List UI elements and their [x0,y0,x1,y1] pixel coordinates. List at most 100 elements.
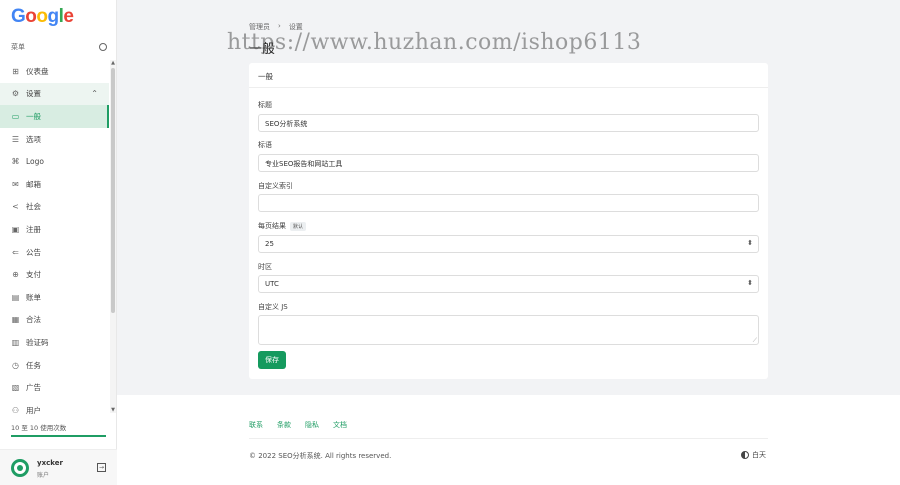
logo-icon: ⌘ [11,157,20,167]
megaphone-icon: ⇐ [12,247,19,257]
sidebar-item-label: 验证码 [26,337,49,347]
user-panel[interactable]: yxcker 账户 → [0,449,117,485]
window-icon: ▭ [11,111,20,121]
footer-link-docs[interactable]: 文档 [333,420,347,430]
sidebar-item-label: 账单 [26,292,41,302]
timezone-label: 时区 [258,263,272,271]
usage-progress-fill [11,435,106,437]
legal-icon: ▦ [11,315,20,325]
sliders-icon: ☰ [11,134,20,144]
save-button[interactable]: 保存 [258,351,286,369]
sidebar-item-label: 社会 [26,202,41,212]
logo-letter: g [47,6,60,27]
copyright: © 2022 SEO分析系统. All rights reserved. [249,452,392,460]
half-circle-icon [741,451,749,459]
footer [117,395,900,485]
sidebar-item-label: Logo [26,157,44,167]
footer-link-privacy[interactable]: 隐私 [305,420,319,430]
logo[interactable]: Google [11,6,74,28]
settings-card: 一般 标题 SEO分析系统 标语 专业SEO报告和网站工具 自定义索引 每页结果… [249,63,768,379]
settings-circle-icon[interactable] [99,43,107,51]
sidebar-item-megaphone[interactable]: ⇐ 公告 [0,241,109,264]
sidebar-item-sliders[interactable]: ☰ 选项 [0,128,109,151]
sidebar-nav: ⊞ 仪表盘 ⚙ 设置 ⌃ ▭ 一般 ☰ 选项 ⌘ Logo ✉ 邮箱 < 社会 ▣ 注册 ⇐ 公告 ⊕ 支付 ▤ 账单 ▦ 合法… [0,60,109,422]
user-name: yxcker [37,459,63,467]
logout-icon[interactable]: → [97,463,106,472]
tagline-label: 标语 [258,141,272,149]
select-arrows-icon: ⬍ [747,279,753,287]
default-badge: 默认 [290,221,307,231]
scroll-up-arrow-icon[interactable]: ▲ [110,60,116,66]
logo-letter: G [11,6,26,27]
id-card-icon: ▣ [11,224,20,234]
sidebar-item-gear[interactable]: ⚙ 设置 ⌃ [0,82,109,106]
watermark: https://www.huzhan.com/ishop6113 [227,30,642,55]
custom-js-textarea[interactable] [258,315,759,345]
sidebar-scrollbar[interactable]: ▲ ▼ [110,60,116,413]
logo-letter: e [63,6,74,27]
timezone-select[interactable]: UTC ⬍ [258,275,759,293]
sidebar-item-id-card[interactable]: ▣ 注册 [0,218,109,241]
logo-letter: o [36,6,48,27]
tagline-input[interactable]: 专业SEO报告和网站工具 [258,154,759,172]
sidebar-item-label: 广告 [26,383,41,393]
sidebar-item-label: 支付 [26,270,41,280]
logo-letter: o [25,6,37,27]
avatar[interactable] [11,459,29,477]
sidebar-item-label: 仪表盘 [26,66,49,76]
theme-label: 白天 [752,451,766,459]
usage-text: 10 至 10 使用次数 [11,424,67,432]
sidebar-item-label: 设置 [26,89,41,99]
sidebar-item-label: 任务 [26,360,41,370]
sidebar-item-logo[interactable]: ⌘ Logo [0,150,109,173]
sidebar-item-label: 公告 [26,247,41,257]
sidebar-item-users[interactable]: ⚇ 用户 [0,399,109,422]
footer-link-terms[interactable]: 条款 [277,420,291,430]
share-icon: < [12,202,19,212]
sidebar-item-label: 合法 [26,315,41,325]
footer-link-contact[interactable]: 联系 [249,420,263,430]
menu-label: 菜单 [11,43,25,51]
clock-icon: ◷ [12,360,19,370]
grid-icon: ⊞ [12,66,19,76]
custom-index-input[interactable] [258,194,759,212]
sidebar-item-invoice[interactable]: ▤ 账单 [0,286,109,309]
timezone-value: UTC [265,280,279,288]
sidebar-item-window[interactable]: ▭ 一般 [0,105,109,128]
ad-icon: ▧ [11,383,20,393]
sidebar-item-globe[interactable]: ⊕ 支付 [0,263,109,286]
users-icon: ⚇ [11,405,20,415]
sidebar-item-label: 注册 [26,224,41,234]
sidebar-item-clock[interactable]: ◷ 任务 [0,354,109,377]
per-page-select[interactable]: 25 ⬍ [258,235,759,253]
user-role: 账户 [37,472,50,479]
gear-icon: ⚙ [11,89,20,99]
scroll-thumb[interactable] [111,68,115,313]
sidebar-item-captcha[interactable]: ▥ 验证码 [0,331,109,354]
sidebar-item-grid[interactable]: ⊞ 仪表盘 [0,60,109,83]
theme-toggle[interactable]: 白天 [741,450,766,460]
custom-js-label: 自定义 JS [258,303,288,311]
per-page-value: 25 [265,240,274,248]
footer-divider [249,438,768,439]
sidebar-item-legal[interactable]: ▦ 合法 [0,309,109,332]
chevron-up-icon[interactable]: ⌃ [91,89,98,98]
mail-icon: ✉ [12,179,19,189]
captcha-icon: ▥ [11,337,20,347]
sidebar-item-label: 选项 [26,134,41,144]
per-page-label: 每页结果 默认 [258,221,307,231]
select-arrows-icon: ⬍ [747,239,753,247]
footer-links: 联系 条款 隐私 文档 [249,420,347,430]
title-label: 标题 [258,101,272,109]
sidebar-item-mail[interactable]: ✉ 邮箱 [0,173,109,196]
sidebar: Google 菜单 ⊞ 仪表盘 ⚙ 设置 ⌃ ▭ 一般 ☰ 选项 ⌘ Logo ✉ 邮箱 < 社会 ▣ 注册 ⇐ 公… [0,0,117,485]
scroll-down-arrow-icon[interactable]: ▼ [110,407,116,413]
usage-progress-bar [11,435,106,437]
menu-header: 菜单 [11,42,107,52]
sidebar-item-share[interactable]: < 社会 [0,196,109,219]
title-input[interactable]: SEO分析系统 [258,114,759,132]
sidebar-item-label: 一般 [26,111,41,121]
globe-icon: ⊕ [12,270,19,280]
custom-index-label: 自定义索引 [258,182,293,190]
sidebar-item-ad[interactable]: ▧ 广告 [0,376,109,399]
